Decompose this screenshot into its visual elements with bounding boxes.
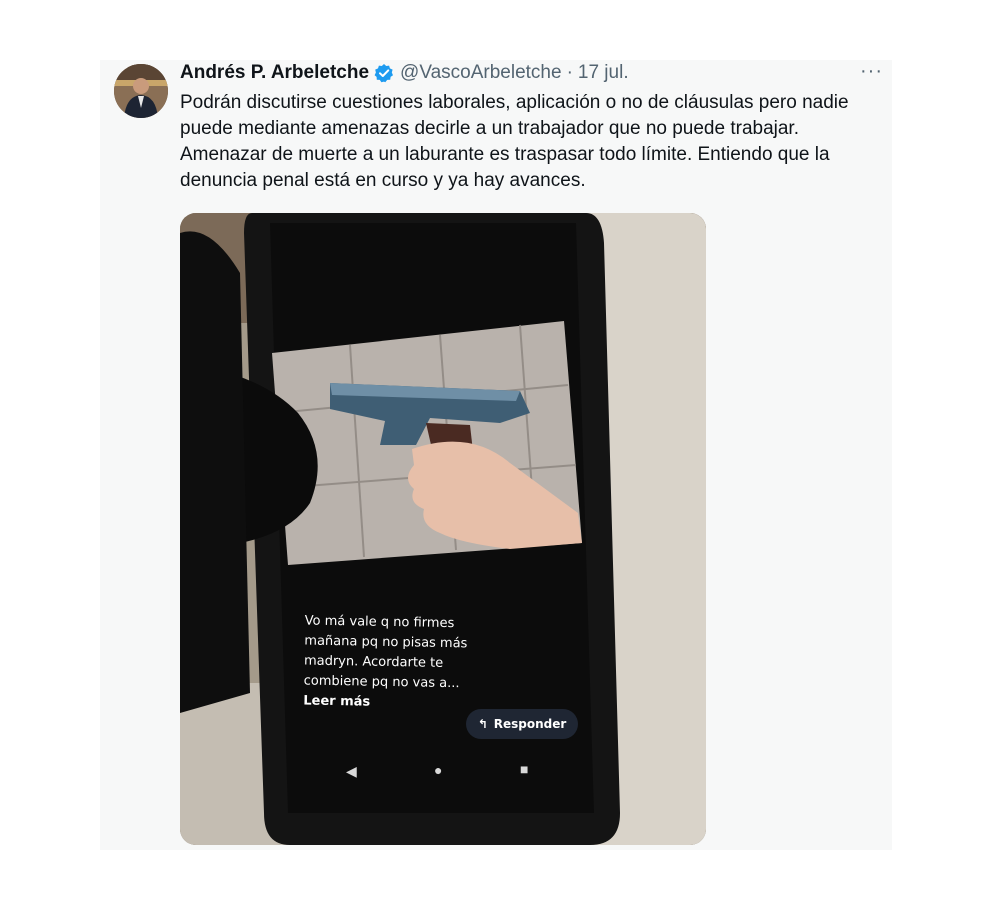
author-name[interactable]: Andrés P. Arbeletche — [180, 62, 369, 84]
read-more-link[interactable]: Leer más — [303, 693, 370, 709]
reply-button[interactable]: ↰ Responder — [466, 709, 578, 739]
tweet-header: Andrés P. Arbeletche @VascoArbeletche · … — [180, 60, 629, 86]
tweet-media-photo[interactable]: Vo má vale q no firmes mañana pq no pisa… — [180, 213, 706, 845]
home-circle-icon[interactable]: ● — [434, 762, 442, 778]
tweet-text: Podrán discutirse cuestiones laborales, … — [180, 92, 849, 191]
recents-square-icon[interactable]: ■ — [520, 761, 528, 777]
tweet-card[interactable]: Andrés P. Arbeletche @VascoArbeletche · … — [100, 60, 892, 850]
reply-label: Responder — [493, 717, 567, 731]
more-options-icon[interactable]: ··· — [860, 60, 884, 82]
verified-badge-icon — [374, 63, 394, 83]
message-text: Vo má vale q no firmes mañana pq no pisa… — [303, 613, 468, 692]
tweet-date[interactable]: 17 jul. — [578, 62, 629, 84]
reply-arrow-icon: ↰ — [477, 717, 488, 731]
back-triangle-icon[interactable]: ◀ — [346, 763, 357, 780]
avatar[interactable] — [114, 64, 168, 118]
separator-dot: · — [566, 62, 573, 83]
message-preview: Vo má vale q no firmes mañana pq no pisa… — [303, 611, 480, 714]
author-handle[interactable]: @VascoArbeletche — [400, 62, 562, 84]
